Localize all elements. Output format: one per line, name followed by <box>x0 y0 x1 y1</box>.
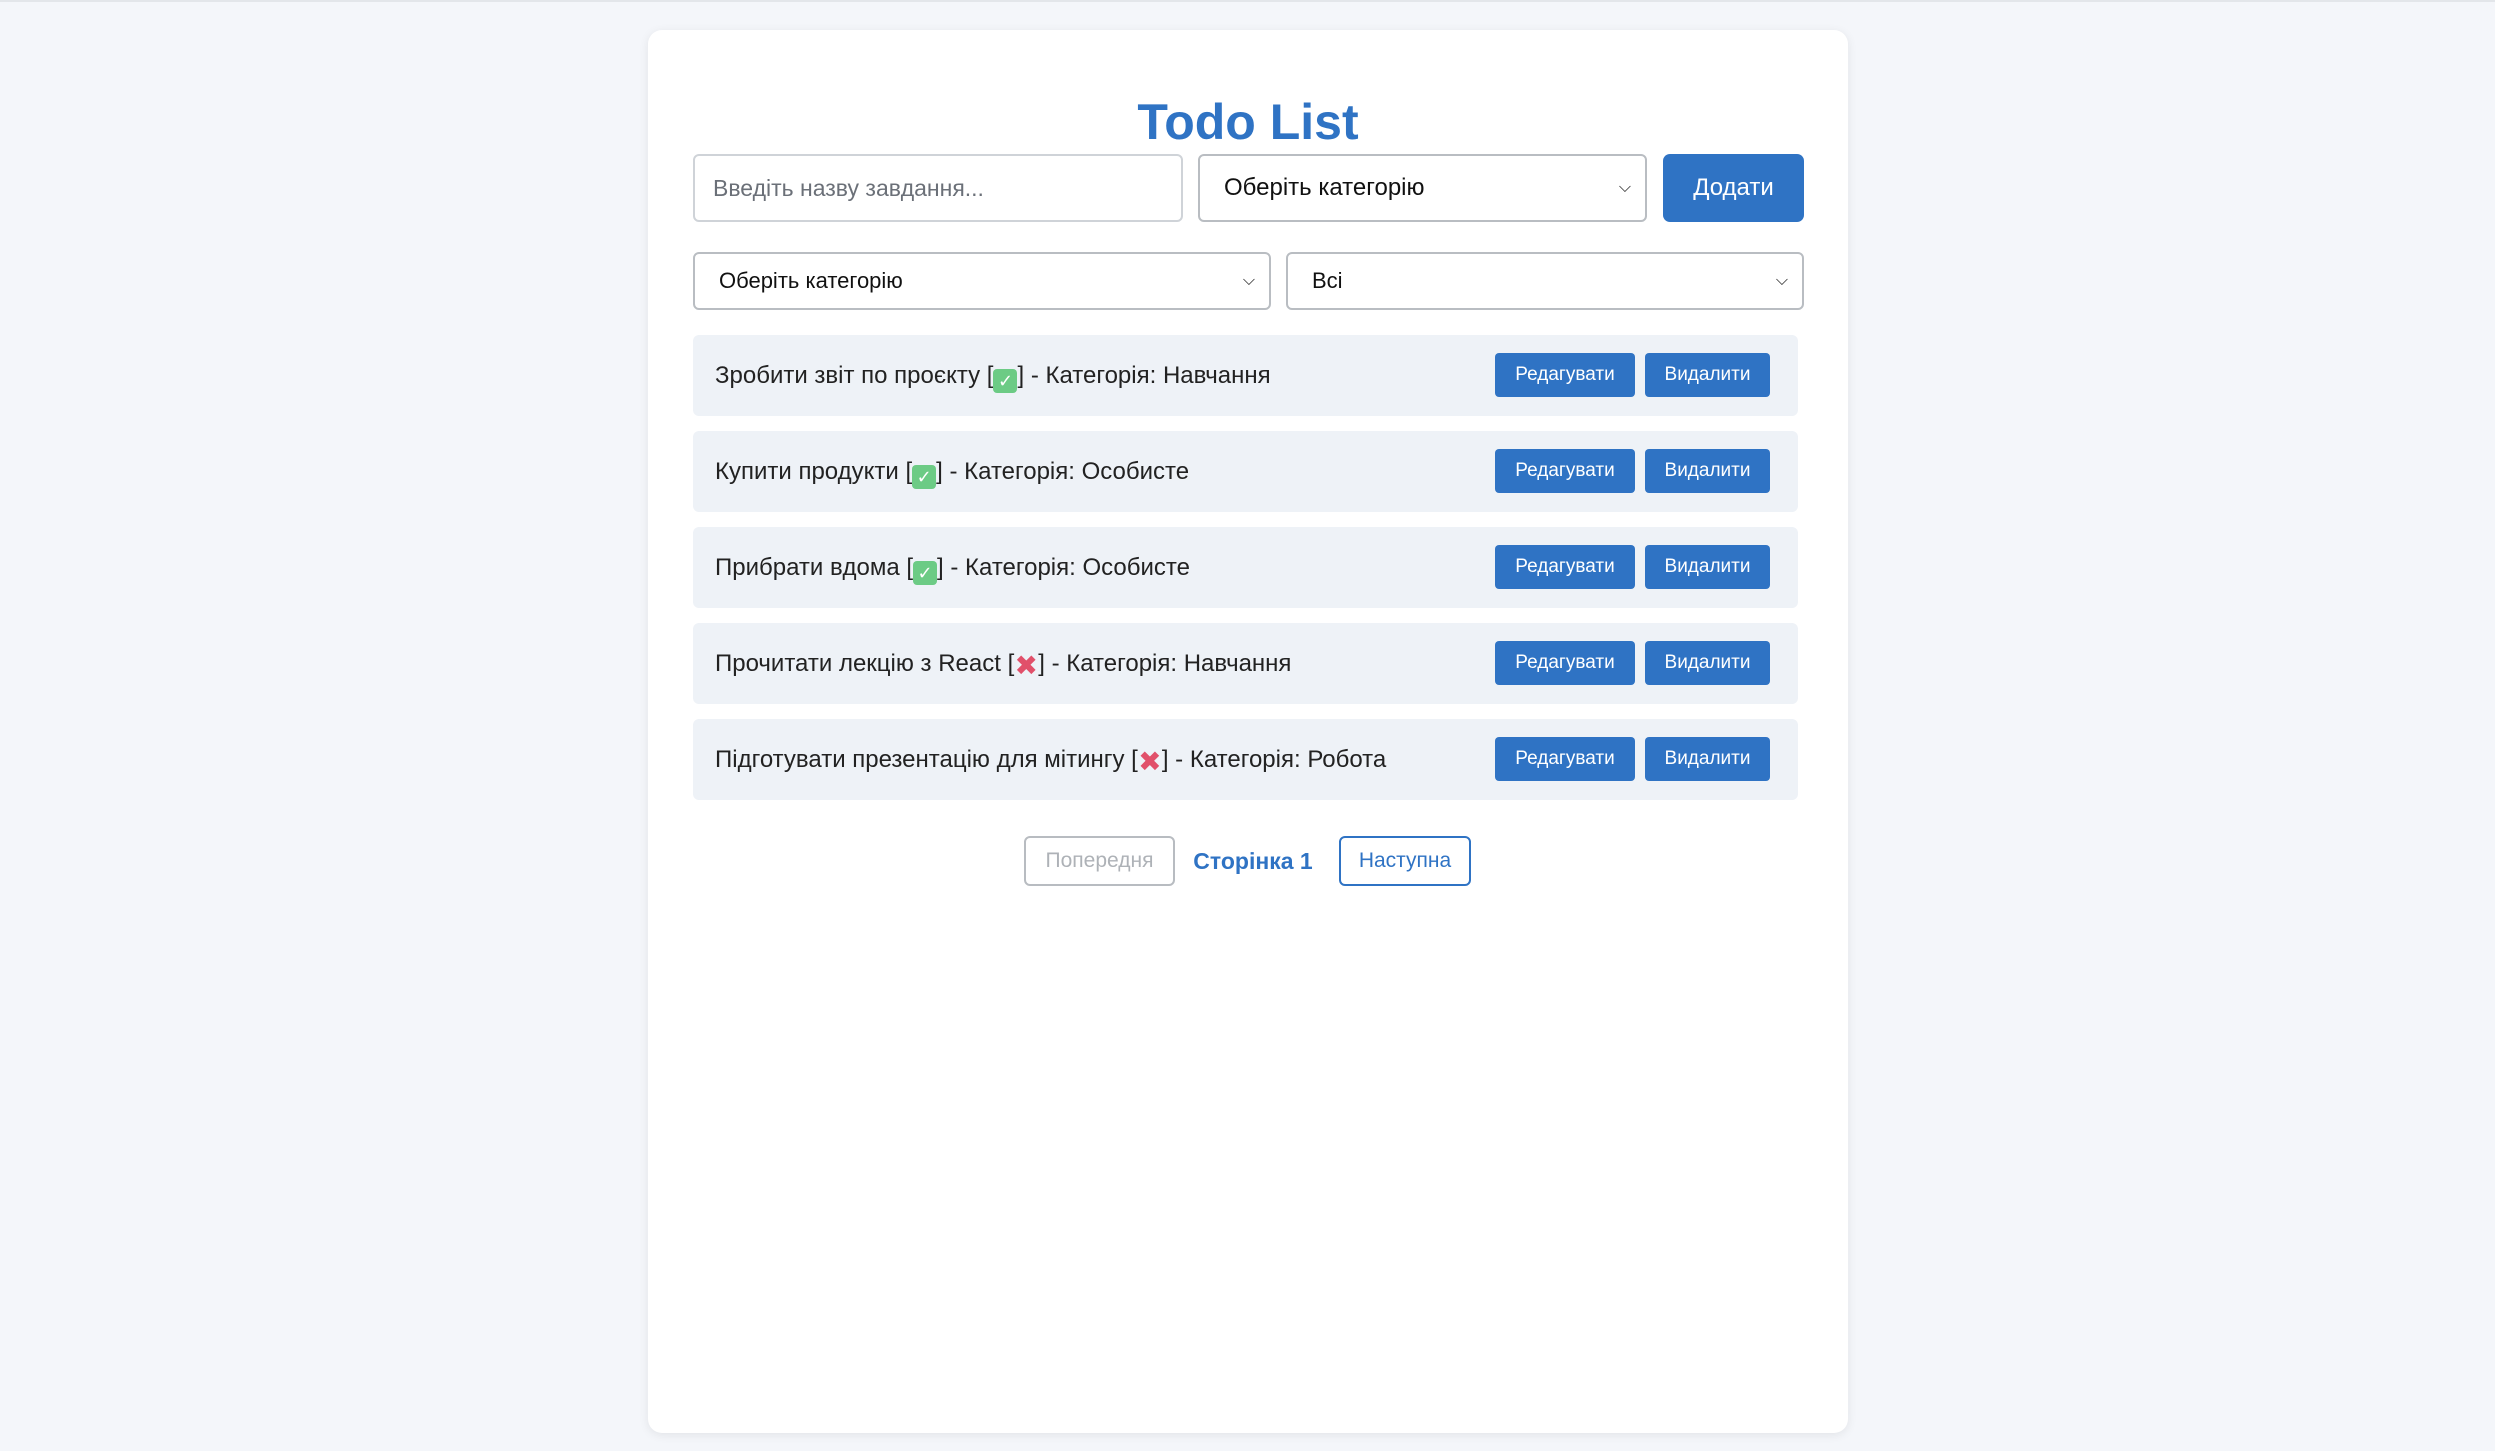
chevron-down-icon: ⌵ <box>1618 179 1631 196</box>
todo-title: Зробити звіт по проєкту <box>715 362 981 389</box>
category-filter-select[interactable]: Оберіть категорію ⌵ <box>693 252 1271 310</box>
todo-item-text: Підготувати презентацію для мітингу [✖] … <box>715 746 1387 777</box>
edit-button[interactable]: Редагувати <box>1495 737 1635 781</box>
page-title: Todo List <box>1137 94 1359 150</box>
todo-category: Навчання <box>1162 362 1271 389</box>
todo-item: Підготувати презентацію для мітингу [✖] … <box>693 719 1798 800</box>
delete-button[interactable]: Видалити <box>1645 641 1770 685</box>
todo-category: Робота <box>1307 746 1387 773</box>
chevron-down-icon: ⌵ <box>1242 272 1255 289</box>
todo-item-text: Прибрати вдома [✓] - Категорія: Особисте <box>715 554 1190 585</box>
todo-category-label: Категорія: <box>965 554 1076 581</box>
todo-item: Купити продукти [✓] - Категорія: Особист… <box>693 431 1798 512</box>
todo-item-text: Купити продукти [✓] - Категорія: Особист… <box>715 458 1190 489</box>
next-page-button[interactable]: Наступна <box>1339 836 1471 886</box>
todo-item: Прочитати лекцію з React [✖] - Категорія… <box>693 623 1798 704</box>
delete-button[interactable]: Видалити <box>1645 737 1770 781</box>
todo-item: Зробити звіт по проєкту [✓] - Категорія:… <box>693 335 1798 416</box>
check-mark-icon: ✓ <box>912 465 937 489</box>
todo-card: Todo List Введіть назву завдання... Обер… <box>648 30 1848 1433</box>
edit-button[interactable]: Редагувати <box>1495 449 1635 493</box>
todo-category-label: Категорія: <box>1045 362 1157 389</box>
todo-category-label: Категорія: <box>964 458 1075 485</box>
delete-button[interactable]: Видалити <box>1645 449 1770 493</box>
todo-title: Прибрати вдома <box>715 554 900 581</box>
status-filter-value: Всі <box>1312 268 1343 293</box>
page-indicator: Сторінка 1 <box>1193 848 1313 874</box>
delete-button[interactable]: Видалити <box>1645 353 1770 397</box>
todo-category: Особисте <box>1081 458 1190 485</box>
cross-mark-icon: ✖ <box>1138 746 1162 777</box>
todo-category-label: Категорія: <box>1066 650 1178 677</box>
delete-button[interactable]: Видалити <box>1645 545 1770 589</box>
todo-item-text: Прочитати лекцію з React [✖] - Категорія… <box>715 650 1292 681</box>
add-button[interactable]: Додати <box>1663 154 1804 222</box>
check-mark-icon: ✓ <box>913 561 938 585</box>
todo-category-label: Категорія: <box>1189 746 1301 773</box>
category-select[interactable]: Оберіть категорію ⌵ <box>1198 154 1647 222</box>
todo-title: Прочитати лекцію з React <box>715 650 1001 677</box>
task-input[interactable]: Введіть назву завдання... <box>693 154 1183 222</box>
todo-title: Купити продукти <box>715 458 899 485</box>
check-mark-icon: ✓ <box>993 369 1018 393</box>
todo-item-text: Зробити звіт по проєкту [✓] - Категорія:… <box>715 362 1271 393</box>
chevron-down-icon: ⌵ <box>1775 272 1788 289</box>
todo-category: Навчання <box>1183 650 1292 677</box>
todo-item: Прибрати вдома [✓] - Категорія: Особисте… <box>693 527 1798 608</box>
todo-category: Особисте <box>1082 554 1190 581</box>
cross-mark-icon: ✖ <box>1014 650 1038 681</box>
category-select-value: Оберіть категорію <box>1224 174 1425 201</box>
top-border <box>0 0 2495 2</box>
edit-button[interactable]: Редагувати <box>1495 353 1635 397</box>
status-filter-select[interactable]: Всі ⌵ <box>1286 252 1804 310</box>
edit-button[interactable]: Редагувати <box>1495 545 1635 589</box>
todo-title: Підготувати презентацію для мітингу <box>715 746 1125 773</box>
category-filter-value: Оберіть категорію <box>719 268 903 293</box>
edit-button[interactable]: Редагувати <box>1495 641 1635 685</box>
previous-page-button[interactable]: Попередня <box>1024 836 1175 886</box>
